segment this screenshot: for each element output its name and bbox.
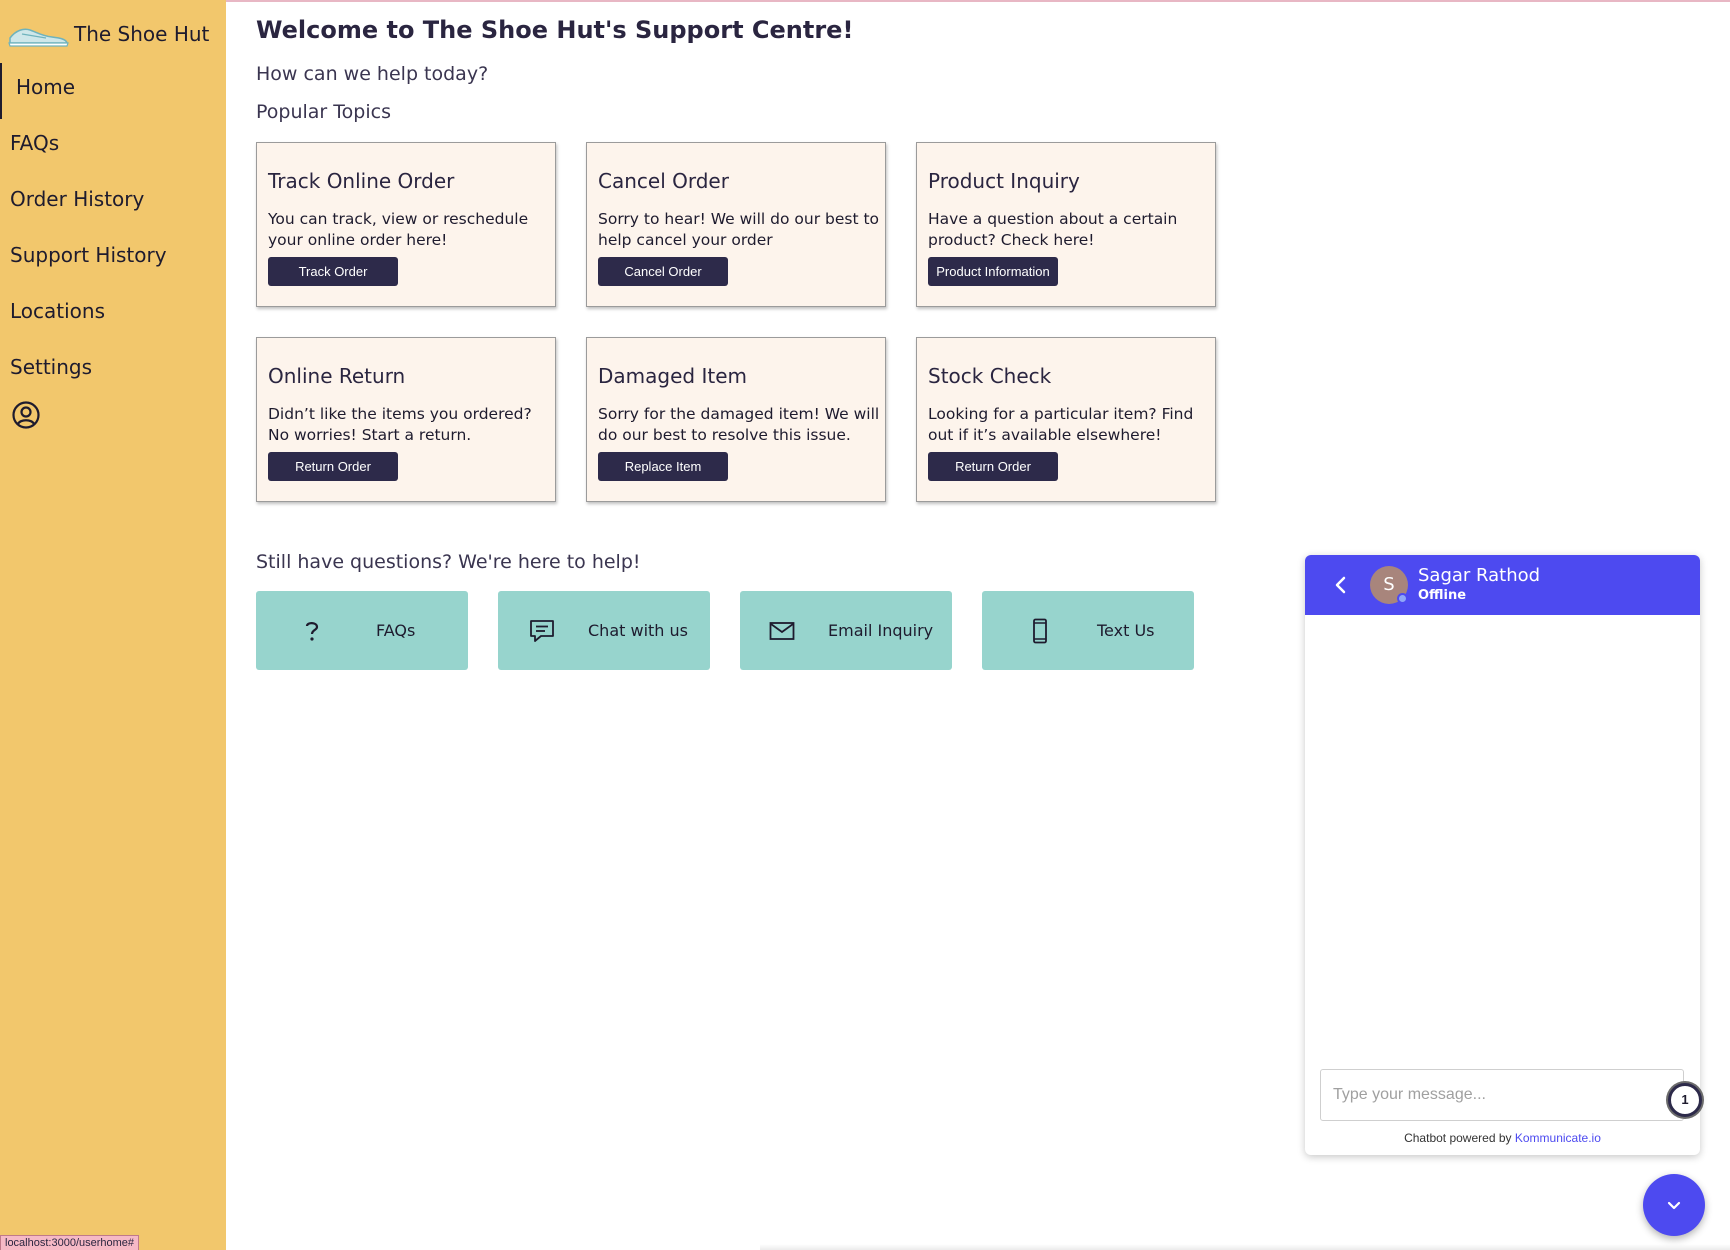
user-circle-icon[interactable] bbox=[11, 400, 41, 430]
return-order-button[interactable]: Return Order bbox=[268, 452, 398, 481]
sidebar-item-home[interactable]: Home bbox=[0, 63, 226, 119]
help-tile-email[interactable]: Email Inquiry bbox=[740, 591, 952, 670]
chevron-down-icon bbox=[1667, 1201, 1681, 1210]
card-description: Sorry to hear! We will do our best to he… bbox=[598, 210, 880, 249]
card-description: You can track, view or reschedule your o… bbox=[268, 210, 529, 249]
chat-widget: S Sagar Rathod Offline Chatbot powered b… bbox=[1305, 555, 1700, 1155]
sidebar-item-settings[interactable]: Settings bbox=[0, 343, 226, 399]
cancel-order-button[interactable]: Cancel Order bbox=[598, 257, 728, 286]
help-tile-faqs[interactable]: FAQs bbox=[256, 591, 468, 670]
brand[interactable]: The Shoe Hut bbox=[6, 18, 209, 50]
topic-card-damaged-item: Damaged Item Sorry for the damaged item!… bbox=[586, 337, 886, 502]
chat-header: S Sagar Rathod Offline bbox=[1305, 555, 1700, 615]
agent-name: Sagar Rathod bbox=[1418, 565, 1541, 586]
card-title: Product Inquiry bbox=[928, 169, 1080, 193]
sidebar-item-order-history[interactable]: Order History bbox=[0, 175, 226, 231]
card-title: Stock Check bbox=[928, 364, 1052, 388]
sidebar-item-support-history[interactable]: Support History bbox=[0, 231, 226, 287]
stock-check-button[interactable]: Return Order bbox=[928, 452, 1058, 481]
chat-bubble-icon bbox=[530, 620, 554, 642]
replace-item-button[interactable]: Replace Item bbox=[598, 452, 728, 481]
status-bar-url: localhost:3000/userhome# bbox=[0, 1235, 140, 1250]
product-information-button[interactable]: Product Information bbox=[928, 257, 1058, 286]
topic-card-stock-check: Stock Check Looking for a particular ite… bbox=[916, 337, 1216, 502]
chat-footer: Chatbot powered by Kommunicate.io bbox=[1305, 1131, 1700, 1145]
top-border bbox=[0, 0, 1730, 2]
help-tile-text[interactable]: Text Us bbox=[982, 591, 1194, 670]
topic-card-online-return: Online Return Didn’t like the items you … bbox=[256, 337, 556, 502]
track-order-button[interactable]: Track Order bbox=[268, 257, 398, 286]
card-title: Track Online Order bbox=[268, 169, 455, 193]
envelope-icon bbox=[769, 622, 795, 640]
chat-toggle-button[interactable] bbox=[1643, 1174, 1705, 1236]
card-title: Cancel Order bbox=[598, 169, 729, 193]
back-arrow-icon[interactable] bbox=[1329, 573, 1353, 597]
help-heading: Still have questions? We're here to help… bbox=[256, 551, 641, 573]
powered-by-text: Chatbot powered by bbox=[1404, 1131, 1512, 1145]
help-tile-chat[interactable]: Chat with us bbox=[498, 591, 710, 670]
sidebar-item-faqs[interactable]: FAQs bbox=[0, 119, 226, 175]
topic-card-cancel-order: Cancel Order Sorry to hear! We will do o… bbox=[586, 142, 886, 307]
question-mark-icon bbox=[305, 622, 319, 641]
kommunicate-link[interactable]: Kommunicate.io bbox=[1515, 1131, 1601, 1145]
sidebar: The Shoe Hut Home FAQs Order History Sup… bbox=[0, 0, 226, 1250]
card-description: Looking for a particular item? Find out … bbox=[928, 405, 1194, 444]
phone-icon bbox=[1033, 618, 1047, 644]
help-tile-label: FAQs bbox=[376, 621, 416, 640]
status-dot bbox=[1397, 593, 1408, 604]
sidebar-item-locations[interactable]: Locations bbox=[0, 287, 226, 343]
topic-card-product-inquiry: Product Inquiry Have a question about a … bbox=[916, 142, 1216, 307]
chat-message-input[interactable] bbox=[1320, 1069, 1684, 1121]
card-title: Online Return bbox=[268, 364, 406, 388]
sneaker-logo bbox=[8, 28, 69, 47]
sidebar-nav: Home FAQs Order History Support History … bbox=[0, 63, 226, 399]
card-description: Have a question about a certain product?… bbox=[928, 210, 1178, 249]
page-subtitle: How can we help today? bbox=[256, 63, 489, 85]
help-tile-label: Text Us bbox=[1097, 621, 1155, 640]
card-description: Sorry for the damaged item! We will do o… bbox=[598, 405, 880, 444]
help-tile-label: Email Inquiry bbox=[828, 621, 934, 640]
card-description: Didn’t like the items you ordered? No wo… bbox=[268, 405, 532, 444]
page-title: Welcome to The Shoe Hut's Support Centre… bbox=[256, 16, 854, 44]
topic-card-track-order: Track Online Order You can track, view o… bbox=[256, 142, 556, 307]
brand-name: The Shoe Hut bbox=[74, 22, 210, 46]
agent-status: Offline bbox=[1418, 588, 1467, 603]
card-title: Damaged Item bbox=[598, 364, 747, 388]
notification-badge[interactable]: 1 bbox=[1668, 1083, 1702, 1117]
help-tile-label: Chat with us bbox=[588, 621, 688, 640]
bottom-shadow bbox=[760, 1244, 1730, 1250]
popular-topics-heading: Popular Topics bbox=[256, 101, 391, 123]
